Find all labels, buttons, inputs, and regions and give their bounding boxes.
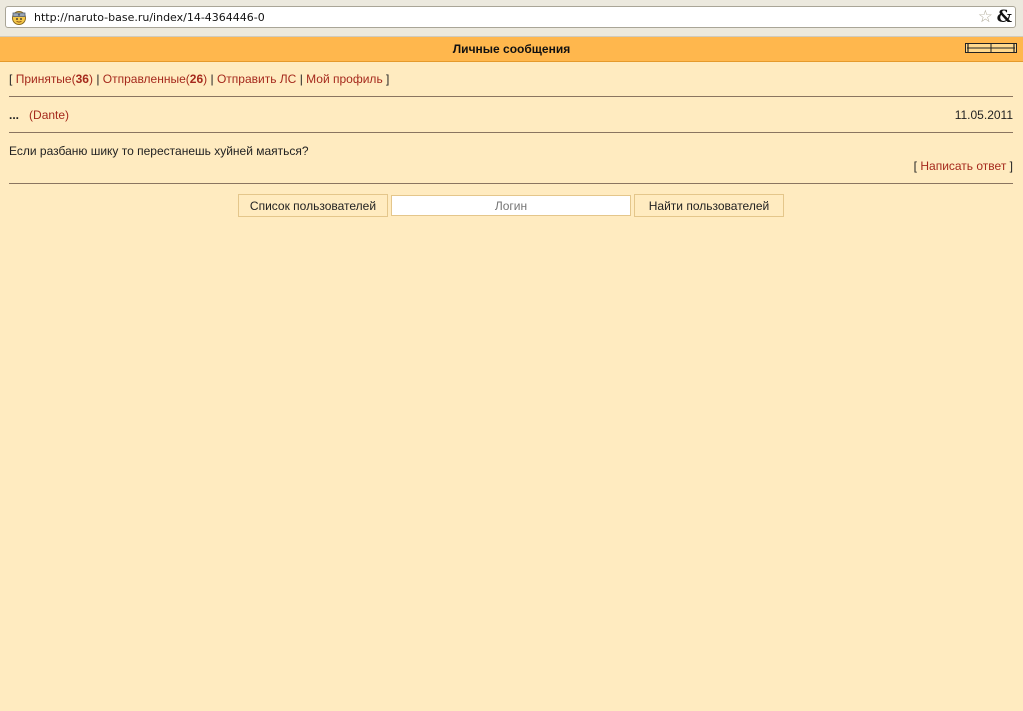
ampersand-icon[interactable]: & <box>997 7 1012 27</box>
find-users-button[interactable]: Найти пользователей <box>634 194 784 217</box>
reply-line: [ Написать ответ ] <box>914 159 1013 173</box>
nav-sent-paren-close: ) <box>203 72 208 86</box>
nav-received-paren-close: ) <box>88 72 93 86</box>
bookmark-star-icon[interactable]: ☆ <box>978 8 993 26</box>
nav-profile-link[interactable]: Мой профиль <box>306 72 383 86</box>
nav-close-bracket: ] <box>386 72 390 86</box>
address-bar[interactable]: http://naruto-base.ru/index/14-4364446-0… <box>5 6 1016 28</box>
message-subject: ... <box>9 108 20 122</box>
nav-sent-count: 26 <box>189 72 204 86</box>
browser-toolbar: http://naruto-base.ru/index/14-4364446-0… <box>0 0 1023 37</box>
user-list-button[interactable]: Список пользователей <box>238 194 388 217</box>
nav-separator: | <box>299 72 303 86</box>
url-text[interactable]: http://naruto-base.ru/index/14-4364446-0 <box>34 11 265 24</box>
nav-open-bracket: [ <box>9 72 13 86</box>
reply-link[interactable]: Написать ответ <box>920 159 1006 173</box>
login-input[interactable] <box>391 195 631 216</box>
nav-received-count: 36 <box>75 72 89 86</box>
naruto-favicon-icon <box>12 11 26 25</box>
nav-send-pm-link[interactable]: Отправить ЛС <box>217 72 296 86</box>
resize-handle-icon[interactable] <box>965 42 1017 54</box>
nav-received-label: Принятые <box>15 72 72 86</box>
message-body: Если разбаню шику то перестанешь хуйней … <box>9 144 309 158</box>
message-author-link[interactable]: (Dante) <box>29 108 69 122</box>
page-header: Личные сообщения <box>0 37 1023 62</box>
nav-separator: | <box>96 72 100 86</box>
nav-received-link[interactable]: Принятые(36) <box>16 72 93 86</box>
message-header: ... (Dante) 11.05.2011 <box>9 108 1013 122</box>
nav-sent-label: Отправленные <box>102 72 186 86</box>
page-title: Личные сообщения <box>452 42 571 56</box>
nav-separator: | <box>210 72 214 86</box>
message-date: 11.05.2011 <box>954 108 1013 122</box>
divider <box>9 183 1013 184</box>
nav-sent-link[interactable]: Отправленные(26) <box>103 72 207 86</box>
messages-nav: [ Принятые(36) | Отправленные(26) | Отпр… <box>9 72 389 86</box>
reply-close-bracket: ] <box>1009 159 1013 173</box>
reply-open-bracket: [ <box>913 159 918 173</box>
divider <box>9 132 1013 133</box>
divider <box>9 96 1013 97</box>
